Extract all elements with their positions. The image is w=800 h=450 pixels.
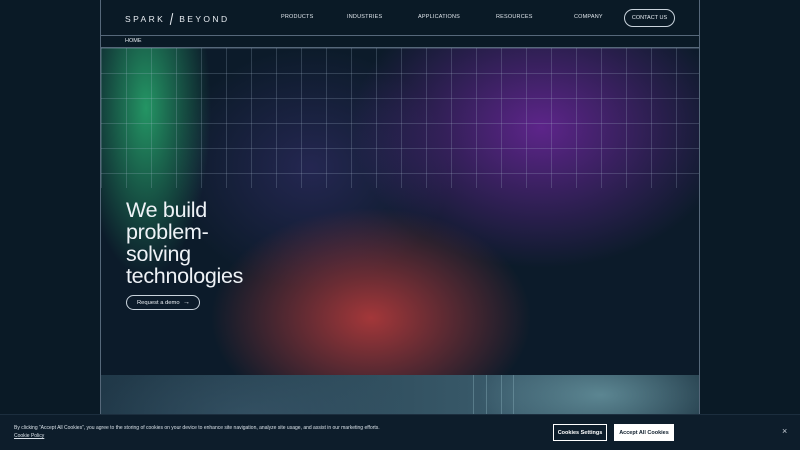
headline-line: solving [126, 242, 191, 266]
nav-industries[interactable]: INDUSTRIES [347, 14, 382, 20]
headline-line: technologies [126, 264, 244, 288]
headline-line: problem- [126, 220, 209, 244]
site-header: SPARK BEYOND PRODUCTS INDUSTRIES APPLICA… [101, 0, 699, 36]
request-demo-button[interactable]: Request a demo → [126, 295, 200, 310]
nav-products[interactable]: PRODUCTS [281, 14, 313, 20]
spark-beyond-logo[interactable]: SPARK BEYOND [125, 13, 229, 25]
hero-headline: We build problem- solving technologies [126, 199, 243, 287]
hero-grid-overlay [101, 48, 699, 188]
breadcrumb: HOME [101, 36, 699, 48]
logo-slash-icon [169, 13, 175, 25]
breadcrumb-home[interactable]: HOME [125, 38, 142, 44]
logo-word-right: BEYOND [179, 14, 230, 24]
cookie-consent-text: By clicking “Accept All Cookies”, you ag… [14, 425, 380, 431]
close-icon[interactable]: × [782, 426, 787, 436]
page-frame: SPARK BEYOND PRODUCTS INDUSTRIES APPLICA… [100, 0, 700, 450]
arrow-right-icon: → [183, 299, 190, 306]
contact-us-button[interactable]: CONTACT US [624, 9, 675, 27]
nav-resources[interactable]: RESOURCES [496, 14, 533, 20]
accept-all-cookies-button[interactable]: Accept All Cookies [614, 424, 674, 441]
logo-word-left: SPARK [125, 14, 166, 24]
cookie-policy-link[interactable]: Cookie Policy [14, 433, 44, 439]
nav-applications[interactable]: APPLICATIONS [418, 14, 460, 20]
request-demo-label: Request a demo [137, 299, 180, 306]
hero-section: We build problem- solving technologies R… [101, 48, 699, 375]
cookies-settings-button[interactable]: Cookies Settings [553, 424, 607, 441]
headline-line: We build [126, 198, 207, 222]
cookie-banner: By clicking “Accept All Cookies”, you ag… [0, 415, 800, 450]
nav-company[interactable]: COMPANY [574, 14, 603, 20]
